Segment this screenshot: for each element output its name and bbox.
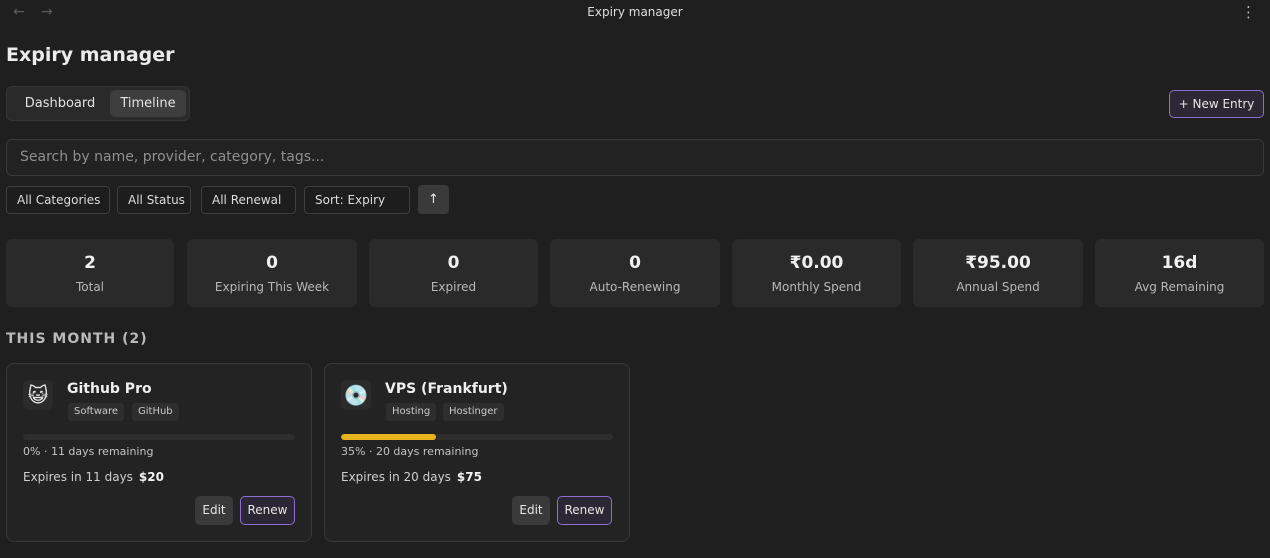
tag: Software bbox=[68, 403, 125, 421]
disc-icon: 💿 bbox=[341, 380, 371, 410]
stat-value: 2 bbox=[84, 253, 96, 273]
stat-label: Auto-Renewing bbox=[589, 280, 681, 294]
stat-auto-renewing: 0 Auto-Renewing bbox=[550, 239, 720, 307]
stat-expired: 0 Expired bbox=[369, 239, 538, 307]
cat-face-icon: 😺 bbox=[23, 380, 53, 410]
sort-select[interactable]: Sort: Expiry bbox=[304, 186, 410, 214]
stat-avg-remaining: 16d Avg Remaining bbox=[1095, 239, 1264, 307]
stat-label: Total bbox=[75, 280, 105, 294]
expiry-info: Expires in 20 days $75 bbox=[341, 470, 482, 484]
stat-label: Annual Spend bbox=[956, 280, 1040, 294]
category-filter[interactable]: All Categories bbox=[6, 186, 110, 214]
stat-value: 0 bbox=[629, 253, 641, 273]
section-heading: THIS MONTH (2) bbox=[6, 331, 148, 347]
price: $75 bbox=[456, 470, 482, 484]
window-title: Expiry manager bbox=[587, 5, 683, 19]
entry-card: 😺 Github Pro Software GitHub 0% · 11 day… bbox=[6, 363, 312, 542]
entry-name: Github Pro bbox=[67, 381, 152, 397]
progress-fill bbox=[341, 434, 437, 440]
search-input[interactable]: Search by name, provider, category, tags… bbox=[6, 139, 1264, 176]
page-title: Expiry manager bbox=[6, 44, 175, 66]
stat-total: 2 Total bbox=[6, 239, 174, 307]
stat-value: ₹95.00 bbox=[965, 253, 1031, 273]
edit-button[interactable]: Edit bbox=[195, 496, 233, 525]
tag: Hosting bbox=[386, 403, 437, 421]
stat-label: Avg Remaining bbox=[1134, 280, 1225, 294]
expiry-info: Expires in 11 days $20 bbox=[23, 470, 164, 484]
kebab-menu-icon[interactable]: ⋮ bbox=[1241, 4, 1256, 20]
renewal-filter[interactable]: All Renewal bbox=[201, 186, 296, 214]
tab-timeline[interactable]: Timeline bbox=[110, 90, 186, 117]
stat-expiring-week: 0 Expiring This Week bbox=[187, 239, 357, 307]
progress-bar bbox=[23, 434, 295, 440]
tag: GitHub bbox=[132, 403, 179, 421]
stat-label: Monthly Spend bbox=[771, 280, 862, 294]
stat-value: 16d bbox=[1161, 253, 1198, 273]
new-entry-button[interactable]: + New Entry bbox=[1169, 90, 1264, 118]
stat-value: 0 bbox=[266, 253, 278, 273]
entry-card: 💿 VPS (Frankfurt) Hosting Hostinger 35% … bbox=[324, 363, 630, 542]
stat-annual-spend: ₹95.00 Annual Spend bbox=[913, 239, 1083, 307]
tag: Hostinger bbox=[443, 403, 504, 421]
tab-dashboard[interactable]: Dashboard bbox=[11, 90, 109, 117]
expiry-text: Expires in 20 days bbox=[341, 470, 451, 484]
sort-direction-button[interactable]: ↑ bbox=[418, 185, 449, 214]
title-bar: ← → Expiry manager ⋮ bbox=[0, 0, 1270, 26]
expiry-text: Expires in 11 days bbox=[23, 470, 133, 484]
stat-monthly-spend: ₹0.00 Monthly Spend bbox=[732, 239, 901, 307]
progress-text: 0% · 11 days remaining bbox=[23, 445, 154, 458]
view-tabs: Dashboard Timeline bbox=[6, 86, 190, 121]
stat-label: Expiring This Week bbox=[214, 280, 330, 294]
arrow-up-icon: ↑ bbox=[428, 192, 439, 207]
progress-bar bbox=[341, 434, 613, 440]
progress-text: 35% · 20 days remaining bbox=[341, 445, 479, 458]
status-filter[interactable]: All Status bbox=[117, 186, 191, 214]
price: $20 bbox=[138, 470, 164, 484]
stat-value: 0 bbox=[447, 253, 460, 273]
stat-label: Expired bbox=[430, 280, 477, 294]
stat-value: ₹0.00 bbox=[789, 253, 844, 273]
edit-button[interactable]: Edit bbox=[512, 496, 550, 525]
entry-name: VPS (Frankfurt) bbox=[385, 381, 508, 397]
renew-button[interactable]: Renew bbox=[240, 496, 295, 525]
renew-button[interactable]: Renew bbox=[557, 496, 612, 525]
